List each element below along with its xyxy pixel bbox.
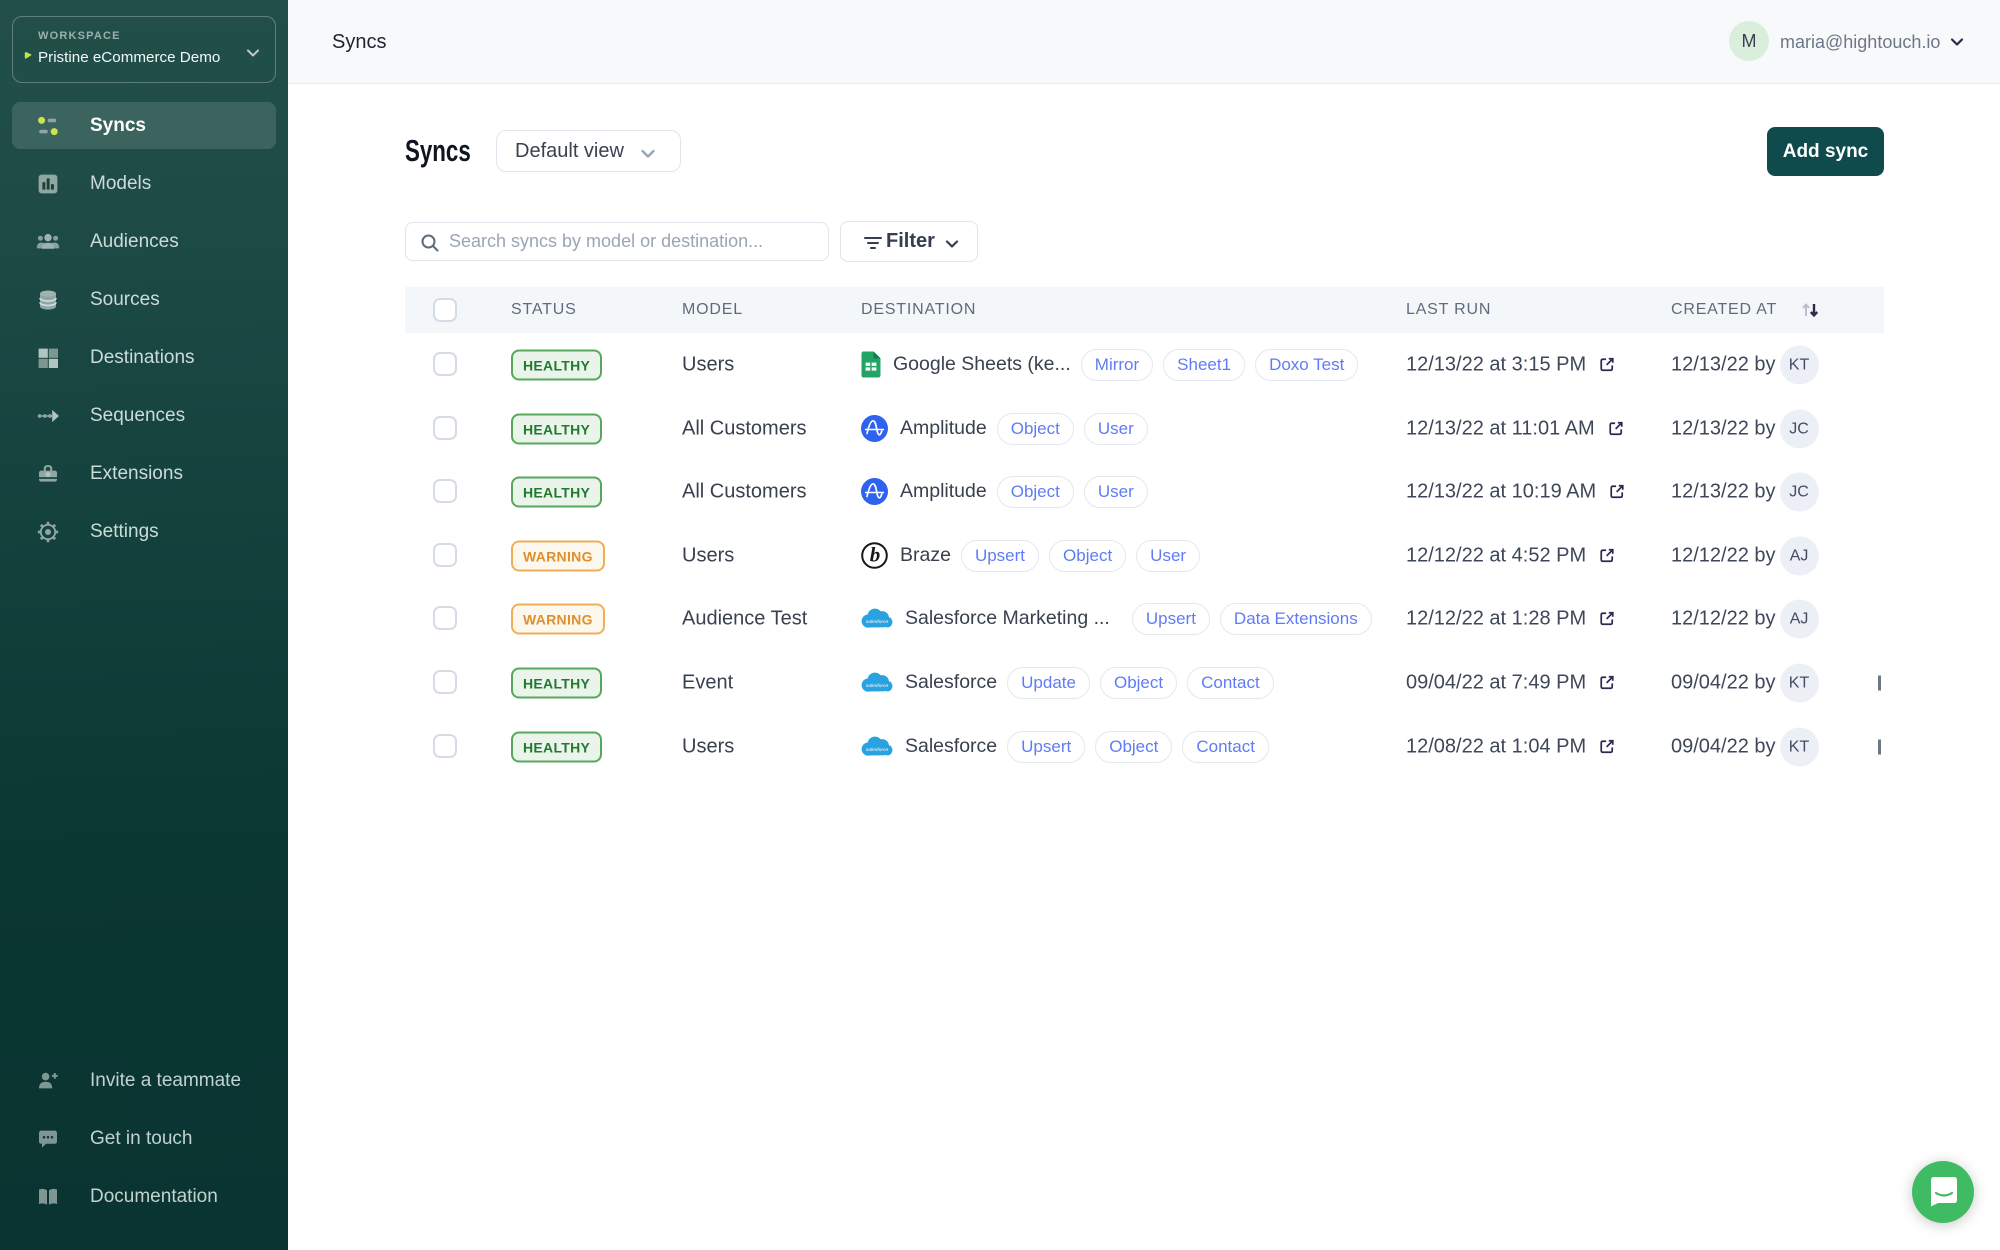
svg-text:salesforce: salesforce (866, 747, 889, 753)
svg-text:salesforce: salesforce (866, 683, 889, 689)
svg-text:b: b (870, 543, 881, 567)
svg-text:salesforce: salesforce (866, 619, 889, 625)
